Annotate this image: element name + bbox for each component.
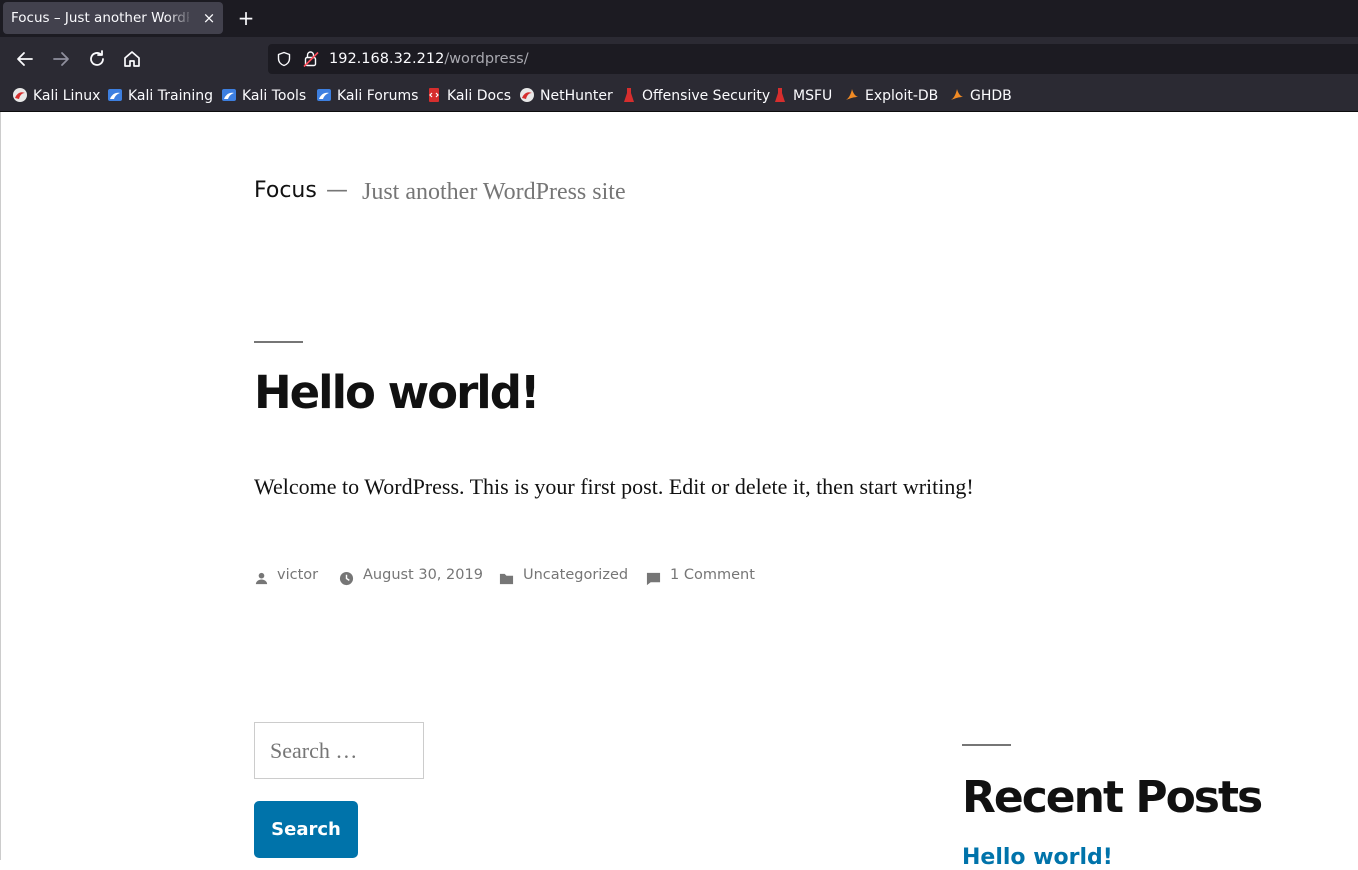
bookmarks-toolbar: Kali Linux Kali Training Kali Tools Kali… [0,81,1358,112]
kali-docs-icon [429,88,439,102]
kali-dragon-icon [13,88,27,102]
post-body: Welcome to WordPress. This is your first… [254,474,974,499]
kali-forums-icon [317,89,331,101]
bookmark-label: MSFU [793,88,833,104]
bookmark-kali-training[interactable]: Kali Training [107,81,213,111]
bookmark-label: Kali Docs [447,88,512,104]
page-content: Focus — Just another WordPress site Hell… [0,112,1358,870]
site-title[interactable]: Focus [254,178,317,203]
recent-posts-title: Recent Posts [962,772,1263,823]
bookmark-kali-linux[interactable]: Kali Linux [12,81,100,111]
site-description: Just another WordPress site [362,179,626,205]
kali-training-icon [108,89,122,101]
post-category-link[interactable]: Uncategorized [523,567,628,587]
recent-post-link[interactable]: Hello world! [962,845,1113,870]
bookmark-offensive-security[interactable]: Offensive Security [621,81,770,111]
clock-icon [339,571,354,586]
bookmark-label: NetHunter [540,88,613,104]
bookmark-label: GHDB [970,88,1012,104]
bookmark-label: Offensive Security [642,88,771,104]
post-comments-link[interactable]: 1 Comment [670,567,755,587]
bookmark-kali-tools[interactable]: Kali Tools [221,81,306,111]
kali-tools-icon [222,89,236,101]
post-title[interactable]: Hello world! [254,366,540,419]
active-tab[interactable]: Focus – Just another WordPress site × [3,2,223,34]
msfu-icon [775,88,785,102]
tab-close-icon[interactable]: × [201,2,217,34]
widget-divider [962,744,1011,746]
shield-icon[interactable] [276,51,292,67]
bookmark-label: Kali Forums [337,88,419,104]
offsec-icon [624,88,634,102]
site-title-separator: — [326,178,348,203]
tab-title: Focus – Just another WordPress site [11,10,189,26]
url-text: 192.168.32.212/wordpress/ [329,44,529,74]
bookmark-kali-forums[interactable]: Kali Forums [316,81,418,111]
search-button[interactable]: Search [254,801,358,858]
url-host: 192.168.32.212 [329,51,445,67]
bookmark-label: Exploit-DB [865,88,939,104]
bookmark-kali-docs[interactable]: Kali Docs [426,81,511,111]
post-date-link[interactable]: August 30, 2019 [363,567,483,587]
bookmark-ghdb[interactable]: GHDB [949,81,1012,111]
exploit-db-icon [846,89,858,100]
reload-icon[interactable] [85,47,109,71]
new-tab-button[interactable]: + [236,4,256,32]
author-icon [255,572,268,585]
folder-icon [499,573,514,585]
navigation-toolbar: 192.168.32.212/wordpress/ [0,37,1358,81]
bookmark-nethunter[interactable]: NetHunter [519,81,613,111]
bookmark-label: Kali Tools [242,88,307,104]
bookmark-msfu[interactable]: MSFU [772,81,832,111]
tab-bar: Focus – Just another WordPress site × + [0,0,1358,37]
forward-arrow-icon[interactable] [49,47,73,71]
comment-icon [646,572,661,586]
insecure-lock-icon[interactable] [303,50,319,68]
address-bar[interactable]: 192.168.32.212/wordpress/ [268,44,1358,74]
bookmark-exploit-db[interactable]: Exploit-DB [844,81,938,111]
search-input[interactable]: Search … [254,722,424,779]
url-path: /wordpress/ [444,51,529,67]
nethunter-icon [520,88,534,102]
bookmark-label: Kali Training [128,88,213,104]
back-arrow-icon[interactable] [13,47,37,71]
post-divider [254,341,303,343]
tab-title-fade [167,2,193,34]
ghdb-icon [951,89,963,100]
bookmark-label: Kali Linux [33,88,101,104]
post-author-link[interactable]: victor [277,567,318,587]
home-icon[interactable] [120,47,144,71]
